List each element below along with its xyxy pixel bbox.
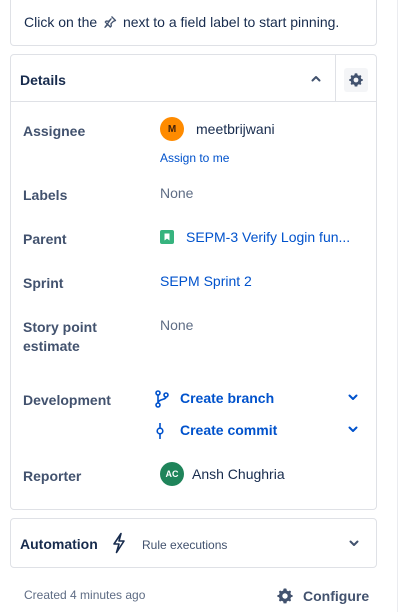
story-point-value[interactable]: None: [160, 317, 193, 333]
sprint-label: Sprint: [23, 275, 64, 291]
pin-hint-after: next to a field label to start pinning.: [122, 14, 340, 30]
created-timestamp: Created 4 minutes ago: [24, 588, 146, 602]
details-title: Details: [20, 72, 66, 88]
gear-icon: [349, 73, 363, 87]
story-point-label: Story point estimate: [23, 318, 97, 356]
reporter-value[interactable]: Ansh Chughria: [192, 466, 285, 482]
pin-hint-text: Click on the next to a field label to st…: [24, 14, 339, 30]
commit-icon: [156, 423, 164, 439]
automation-subtitle: Rule executions: [142, 538, 228, 552]
labels-label: Labels: [23, 187, 68, 203]
labels-value[interactable]: None: [160, 185, 193, 201]
details-panel: Details Assignee M meetbrijwani Assign t…: [10, 54, 377, 510]
assignee-value[interactable]: meetbrijwani: [196, 121, 275, 137]
details-header[interactable]: Details: [11, 55, 376, 102]
gear-icon: [277, 588, 293, 604]
story-point-label-line2: estimate: [23, 338, 80, 354]
story-icon: [160, 230, 174, 244]
automation-panel[interactable]: Automation Rule executions: [10, 518, 377, 568]
chevron-down-icon: [348, 394, 358, 400]
lightning-icon: [113, 532, 125, 554]
chevron-down-icon: [348, 426, 358, 432]
sprint-link[interactable]: SEPM Sprint 2: [160, 273, 252, 289]
pin-hint-before: Click on the: [24, 14, 98, 30]
create-commit-label: Create commit: [180, 422, 278, 438]
story-point-label-line1: Story point: [23, 319, 97, 335]
scrollbar-track: [397, 0, 398, 612]
create-branch-button[interactable]: Create branch: [154, 388, 359, 410]
assign-to-me-link[interactable]: Assign to me: [160, 151, 229, 165]
automation-title: Automation: [20, 536, 98, 552]
reporter-label: Reporter: [23, 468, 82, 484]
create-branch-label: Create branch: [180, 390, 275, 406]
branch-icon: [155, 390, 169, 408]
development-label: Development: [23, 392, 111, 408]
pin-icon: [104, 16, 117, 28]
pin-hint-panel: Click on the next to a field label to st…: [10, 0, 377, 46]
collapse-details-button[interactable]: [304, 67, 328, 91]
create-commit-button[interactable]: Create commit: [154, 420, 359, 442]
details-settings-button[interactable]: [344, 68, 368, 92]
chevron-up-icon: [311, 76, 321, 82]
parent-link[interactable]: SEPM-3 Verify Login fun...: [186, 229, 350, 245]
reporter-avatar: AC: [160, 462, 184, 486]
assignee-label: Assignee: [23, 123, 86, 139]
chevron-down-icon: [349, 540, 359, 546]
header-divider: [335, 55, 336, 101]
parent-label: Parent: [23, 231, 67, 247]
assignee-avatar: M: [160, 117, 184, 141]
configure-label: Configure: [303, 588, 370, 604]
